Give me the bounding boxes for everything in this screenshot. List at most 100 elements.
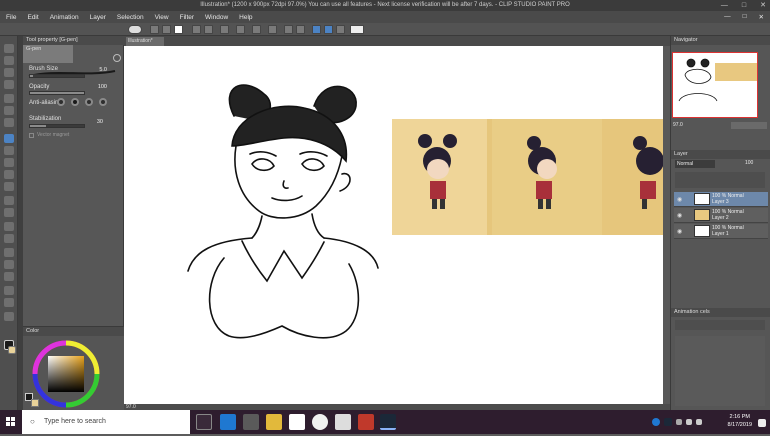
eye-icon[interactable]: ◉ bbox=[677, 228, 682, 235]
menu-file[interactable]: File bbox=[6, 14, 16, 21]
navigator-tab-label[interactable]: Navigator bbox=[674, 37, 698, 43]
canvas-tab[interactable]: Illustration* bbox=[126, 37, 164, 46]
aa-medium-option[interactable] bbox=[85, 98, 93, 106]
balloon-tool-icon[interactable] bbox=[4, 298, 14, 307]
aa-none-option[interactable] bbox=[57, 98, 65, 106]
brush-size-value[interactable]: 5.0 bbox=[89, 67, 107, 73]
auto-select-tool-icon[interactable] bbox=[4, 106, 14, 115]
stabilization-value[interactable]: 30 bbox=[85, 119, 103, 125]
doc-close-button[interactable]: ✕ bbox=[759, 13, 764, 21]
frame-border-tool-icon[interactable] bbox=[4, 260, 14, 269]
stabilization-slider[interactable] bbox=[29, 124, 85, 128]
selection-tool-icon[interactable] bbox=[4, 94, 14, 103]
reference-image[interactable] bbox=[392, 119, 663, 235]
eye-icon[interactable]: ◉ bbox=[677, 212, 682, 219]
drawing-canvas[interactable] bbox=[124, 46, 663, 404]
brush-size-slider[interactable] bbox=[29, 74, 85, 78]
text-tool-icon[interactable] bbox=[4, 286, 14, 295]
menu-selection[interactable]: Selection bbox=[117, 14, 144, 21]
blend-mode-select[interactable]: Normal bbox=[675, 160, 715, 168]
pencil-tool-icon[interactable] bbox=[4, 146, 14, 155]
menu-view[interactable]: View bbox=[155, 14, 169, 21]
steam-icon[interactable] bbox=[380, 414, 396, 430]
airbrush-tool-icon[interactable] bbox=[4, 170, 14, 179]
deselect-icon[interactable] bbox=[268, 25, 277, 34]
help-icon[interactable] bbox=[350, 25, 364, 34]
edge-icon[interactable] bbox=[220, 414, 236, 430]
fill-tool-icon[interactable] bbox=[4, 222, 14, 231]
volume-icon[interactable] bbox=[696, 419, 702, 425]
undo-icon[interactable] bbox=[192, 25, 201, 34]
layer-row[interactable]: ◉ 100 % Normal Layer 1 bbox=[674, 224, 768, 239]
chrome-icon[interactable] bbox=[289, 414, 305, 430]
animation-toolbar[interactable] bbox=[675, 320, 765, 330]
redo-icon[interactable] bbox=[204, 25, 213, 34]
color-tab-label[interactable]: Color bbox=[26, 328, 39, 334]
menu-layer[interactable]: Layer bbox=[90, 14, 106, 21]
clip-studio-icon[interactable] bbox=[128, 25, 142, 34]
snap-special-ruler-icon[interactable] bbox=[324, 25, 333, 34]
menu-filter[interactable]: Filter bbox=[180, 14, 194, 21]
aa-weak-option[interactable] bbox=[71, 98, 79, 106]
task-view-icon[interactable] bbox=[196, 414, 212, 430]
menu-window[interactable]: Window bbox=[205, 14, 228, 21]
wrench-icon[interactable] bbox=[113, 54, 121, 62]
sub-color-swatch[interactable] bbox=[8, 346, 16, 354]
gradient-tool-icon[interactable] bbox=[4, 234, 14, 243]
doc-minimize-button[interactable]: — bbox=[724, 13, 731, 21]
layer-opacity-value[interactable]: 100 bbox=[745, 160, 753, 166]
color-wheel[interactable] bbox=[31, 339, 101, 409]
transform-icon[interactable] bbox=[252, 25, 261, 34]
notes-icon[interactable] bbox=[335, 414, 351, 430]
open-file-icon[interactable] bbox=[162, 25, 171, 34]
vector-magnet-checkbox[interactable] bbox=[29, 133, 34, 138]
correct-line-tool-icon[interactable] bbox=[4, 312, 14, 321]
menu-edit[interactable]: Edit bbox=[27, 14, 38, 21]
fill-icon[interactable] bbox=[296, 25, 305, 34]
operation-tool-icon[interactable] bbox=[4, 68, 14, 77]
zoom-tool-icon[interactable] bbox=[4, 44, 14, 53]
tool-property-tab[interactable]: Tool property [G-pen] bbox=[23, 36, 124, 45]
save-icon[interactable] bbox=[174, 25, 183, 34]
taskbar-clock[interactable]: 2:16 PM 8/17/2019 bbox=[728, 413, 752, 429]
sub-color-chip[interactable] bbox=[31, 399, 39, 407]
clear-icon[interactable] bbox=[236, 25, 245, 34]
crop-icon[interactable] bbox=[284, 25, 293, 34]
chevron-up-icon[interactable] bbox=[676, 419, 682, 425]
store-icon[interactable] bbox=[243, 414, 259, 430]
taskbar-search-box[interactable]: ○ Type here to search bbox=[22, 410, 190, 434]
navigator-zoom-value[interactable]: 97.0 bbox=[673, 122, 683, 128]
snap-grid-icon[interactable] bbox=[336, 25, 345, 34]
navigator-controls[interactable] bbox=[731, 122, 767, 129]
opacity-value[interactable]: 100 bbox=[89, 84, 107, 90]
loading-icon[interactable] bbox=[220, 25, 229, 34]
navigator-preview[interactable] bbox=[672, 52, 758, 118]
mail-icon[interactable] bbox=[358, 414, 374, 430]
windows-start-button[interactable] bbox=[0, 410, 22, 434]
menu-help[interactable]: Help bbox=[239, 14, 252, 21]
figure-tool-icon[interactable] bbox=[4, 248, 14, 257]
eye-icon[interactable]: ◉ bbox=[677, 196, 682, 203]
notifications-icon[interactable] bbox=[758, 419, 766, 427]
brush-tool-icon[interactable] bbox=[4, 158, 14, 167]
maximize-button[interactable]: □ bbox=[742, 0, 746, 11]
steam-tray-icon[interactable] bbox=[664, 418, 672, 426]
layer-tab-label[interactable]: Layer bbox=[674, 151, 688, 157]
network-icon[interactable] bbox=[686, 419, 692, 425]
ruler-tool-icon[interactable] bbox=[4, 272, 14, 281]
minimize-button[interactable]: — bbox=[721, 0, 728, 11]
doc-restore-button[interactable]: □ bbox=[743, 13, 747, 21]
decoration-tool-icon[interactable] bbox=[4, 182, 14, 191]
canvas-vertical-scrollbar[interactable] bbox=[663, 46, 670, 404]
help-tray-icon[interactable] bbox=[652, 418, 660, 426]
app-icon[interactable] bbox=[312, 414, 328, 430]
file-explorer-icon[interactable] bbox=[266, 414, 282, 430]
close-button[interactable]: ✕ bbox=[760, 0, 766, 11]
move-layer-tool-icon[interactable] bbox=[4, 80, 14, 89]
aa-strong-option[interactable] bbox=[99, 98, 107, 106]
layer-toolbar[interactable] bbox=[675, 172, 765, 188]
eyedropper-tool-icon[interactable] bbox=[4, 118, 14, 127]
layer-row[interactable]: ◉ 100 % Normal Layer 2 bbox=[674, 208, 768, 223]
animation-cels-tab[interactable]: Animation cels bbox=[674, 309, 710, 315]
pen-tool-icon[interactable] bbox=[4, 134, 14, 143]
